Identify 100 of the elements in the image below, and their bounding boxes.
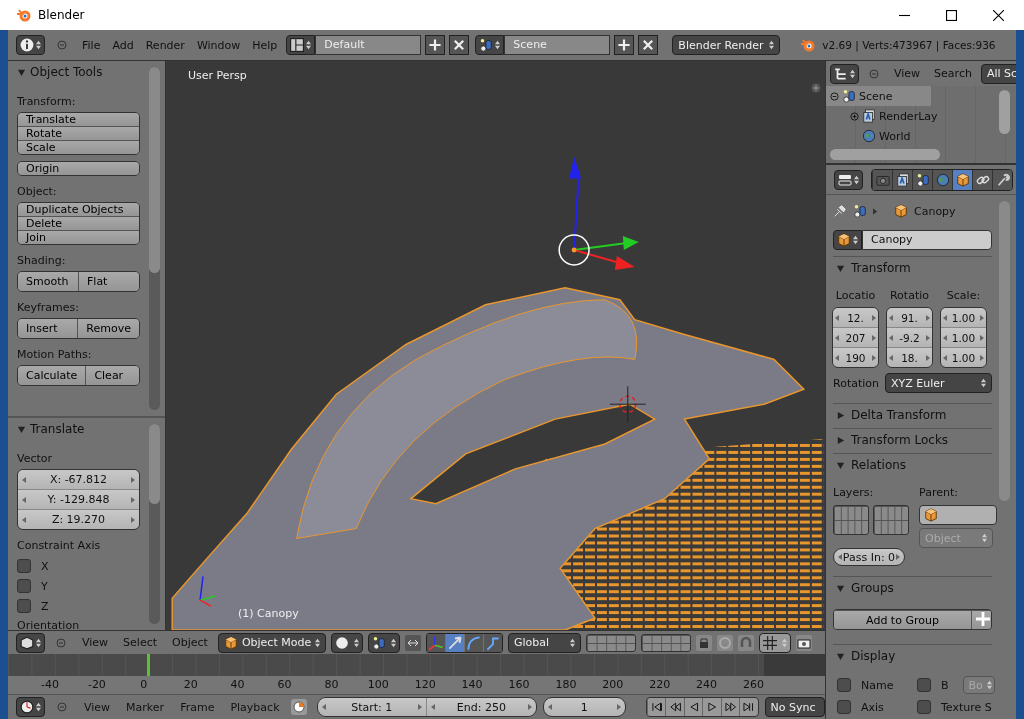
close-icon[interactable] bbox=[638, 35, 659, 55]
checkbox[interactable] bbox=[17, 599, 31, 613]
current-frame-marker[interactable] bbox=[147, 654, 150, 676]
properties-tab[interactable] bbox=[952, 169, 972, 190]
properties-tab[interactable] bbox=[892, 169, 912, 190]
panel-header[interactable]: Relations bbox=[833, 454, 992, 476]
object-name-field[interactable]: Canopy bbox=[862, 230, 992, 250]
rotation-mode-dropdown[interactable]: XYZ Euler bbox=[885, 373, 992, 393]
tool-button[interactable]: Flat bbox=[78, 272, 139, 291]
tool-button[interactable]: Smooth bbox=[18, 272, 78, 291]
tree-item[interactable]: RenderLay bbox=[826, 106, 1016, 126]
close-icon[interactable] bbox=[449, 35, 470, 55]
menu-item[interactable]: Frame bbox=[175, 700, 220, 714]
number-field[interactable]: 1.00 bbox=[941, 347, 986, 367]
pass-index-field[interactable]: Pass In: 0 bbox=[833, 548, 905, 566]
number-field[interactable]: 91. bbox=[887, 308, 932, 327]
collapse-icon[interactable] bbox=[56, 637, 66, 648]
tool-button[interactable]: Origin bbox=[18, 162, 139, 175]
scrollbar[interactable] bbox=[999, 201, 1010, 501]
tool-button[interactable]: Join bbox=[18, 230, 139, 244]
close-icon[interactable] bbox=[993, 9, 1004, 21]
menu-item[interactable]: View bbox=[79, 700, 116, 714]
panel-title[interactable]: Object Tools bbox=[30, 65, 103, 79]
start-frame-field[interactable]: Start: 1 bbox=[317, 698, 427, 716]
tool-button[interactable]: Insert bbox=[18, 319, 78, 338]
menu-item[interactable]: Window bbox=[193, 38, 244, 52]
checkbox[interactable] bbox=[837, 678, 851, 692]
expand-icon[interactable] bbox=[850, 111, 859, 121]
checkbox[interactable] bbox=[917, 700, 931, 714]
menu-item[interactable]: File bbox=[79, 38, 104, 52]
tool-button[interactable]: Duplicate Objects bbox=[18, 203, 139, 216]
menu-item[interactable]: Marker bbox=[121, 700, 170, 714]
layers-grid[interactable] bbox=[833, 505, 869, 535]
checkbox[interactable] bbox=[917, 678, 931, 692]
editor-type-button[interactable] bbox=[16, 697, 45, 717]
snap-dropdown[interactable] bbox=[758, 632, 791, 653]
tool-button[interactable]: Calculate bbox=[18, 366, 86, 385]
tool-button[interactable]: Scale bbox=[18, 140, 139, 154]
panel-header[interactable]: Delta Transform bbox=[833, 404, 992, 426]
number-field[interactable]: 207 bbox=[833, 327, 878, 347]
add-button[interactable] bbox=[971, 610, 991, 629]
collapse-icon[interactable] bbox=[57, 702, 67, 712]
arrow-icon[interactable] bbox=[445, 633, 464, 652]
panel-header[interactable]: Transform Locks bbox=[833, 429, 992, 451]
number-field[interactable]: 1.00 bbox=[941, 327, 986, 347]
collapse-icon[interactable] bbox=[830, 91, 839, 101]
editor-type-button[interactable] bbox=[16, 632, 45, 653]
render-engine-dropdown[interactable]: Blender Render bbox=[672, 35, 781, 55]
checkbox[interactable] bbox=[17, 579, 31, 593]
tool-button[interactable]: Delete bbox=[18, 216, 139, 230]
menu-item[interactable]: Add bbox=[109, 38, 137, 52]
menu-item[interactable]: Render bbox=[142, 38, 188, 52]
panel-header[interactable]: Display bbox=[833, 645, 992, 667]
lock-icon[interactable] bbox=[695, 634, 712, 651]
number-field[interactable]: 12. bbox=[833, 308, 878, 327]
tree-item[interactable]: Scene bbox=[826, 86, 931, 106]
checkbox[interactable] bbox=[17, 559, 31, 573]
add-to-group-button[interactable]: Add to Group bbox=[834, 610, 971, 629]
number-field[interactable]: X: -67.812 bbox=[18, 470, 139, 489]
tool-button[interactable]: Translate bbox=[18, 113, 139, 126]
menu-item[interactable]: Playback bbox=[225, 700, 285, 714]
editor-type-button[interactable] bbox=[16, 35, 45, 55]
properties-tab[interactable] bbox=[912, 169, 932, 190]
arc-icon[interactable] bbox=[464, 633, 483, 652]
menu-item[interactable]: View bbox=[889, 67, 926, 80]
record-icon[interactable] bbox=[290, 699, 307, 715]
editor-type-button[interactable] bbox=[834, 169, 863, 190]
properties-tab[interactable] bbox=[992, 169, 1012, 190]
axes-icon[interactable] bbox=[426, 633, 445, 652]
tree-item[interactable]: World bbox=[826, 126, 1016, 146]
scrollbar[interactable] bbox=[149, 424, 160, 624]
scrollbar[interactable] bbox=[999, 90, 1010, 134]
3d-viewport[interactable]: User Persp (1) Canopy bbox=[166, 61, 825, 630]
collapse-icon[interactable] bbox=[869, 68, 879, 79]
number-field[interactable]: 1.00 bbox=[941, 308, 986, 327]
camera-icon[interactable] bbox=[795, 634, 812, 651]
number-field[interactable]: Y: -129.848 bbox=[18, 489, 139, 509]
number-field[interactable]: 18. bbox=[887, 347, 932, 367]
orientation-dropdown[interactable]: Global bbox=[507, 632, 581, 653]
arrows-icon[interactable] bbox=[404, 634, 421, 651]
scrollbar[interactable] bbox=[149, 67, 160, 410]
tool-button[interactable]: Rotate bbox=[18, 126, 139, 140]
scale-icon[interactable] bbox=[483, 633, 502, 652]
layers-grid[interactable] bbox=[873, 505, 909, 535]
pin-icon[interactable] bbox=[833, 204, 847, 218]
panel-title[interactable]: Translate bbox=[30, 422, 85, 436]
tool-button[interactable]: Clear bbox=[85, 366, 139, 385]
menu-item[interactable]: Help bbox=[249, 38, 281, 52]
menu-item[interactable]: Select bbox=[118, 636, 163, 649]
panel-header[interactable]: Groups bbox=[833, 577, 992, 599]
scene-dropdown[interactable] bbox=[475, 35, 505, 55]
end-frame-field[interactable]: End: 250 bbox=[426, 698, 536, 716]
mode-dropdown[interactable]: Object Mode bbox=[217, 632, 326, 653]
properties-tab[interactable] bbox=[972, 169, 992, 190]
number-field[interactable]: Z: 19.270 bbox=[18, 509, 139, 529]
object-dropdown[interactable] bbox=[833, 230, 862, 250]
maximize-icon[interactable] bbox=[946, 9, 957, 21]
parent-field[interactable] bbox=[919, 505, 997, 525]
menu-item[interactable]: Object bbox=[167, 636, 213, 649]
tool-button[interactable]: Remove bbox=[77, 319, 139, 338]
